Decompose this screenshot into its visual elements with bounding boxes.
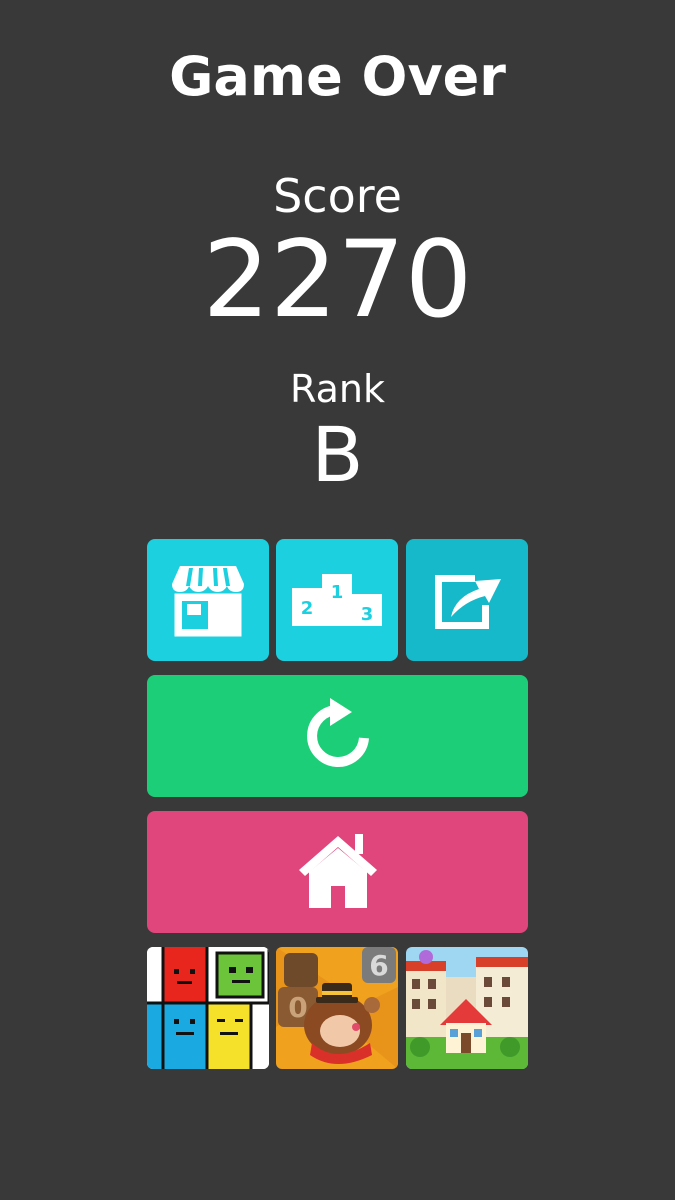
rank-label: Rank [290, 367, 385, 411]
shop-button[interactable] [147, 539, 269, 661]
home-icon [298, 834, 377, 908]
retry-button[interactable] [147, 675, 528, 797]
town-houses-game-icon [406, 947, 528, 1069]
score-label: Score [273, 169, 402, 223]
podium-first-place: 1 [331, 582, 344, 603]
promo-game-tile[interactable] [147, 947, 269, 1069]
podium-icon: 2 1 3 [292, 574, 382, 626]
podium-second-place: 2 [301, 598, 314, 619]
game-over-title: Game Over [169, 45, 506, 108]
promo-game-tile[interactable] [406, 947, 528, 1069]
dog-cookie-game-icon: 6 0 [276, 947, 398, 1069]
svg-text:6: 6 [369, 949, 388, 982]
rank-value: B [311, 410, 364, 499]
home-button[interactable] [147, 811, 528, 933]
face-blocks-game-icon [147, 947, 269, 1069]
shop-icon [172, 566, 244, 637]
ranking-button[interactable]: 2 1 3 [276, 539, 398, 661]
podium-third-place: 3 [361, 604, 374, 625]
score-value: 2270 [202, 218, 473, 341]
promo-game-tile[interactable]: 6 0 [276, 947, 398, 1069]
share-icon [435, 575, 501, 629]
share-button[interactable] [406, 539, 528, 661]
retry-icon [306, 698, 369, 767]
